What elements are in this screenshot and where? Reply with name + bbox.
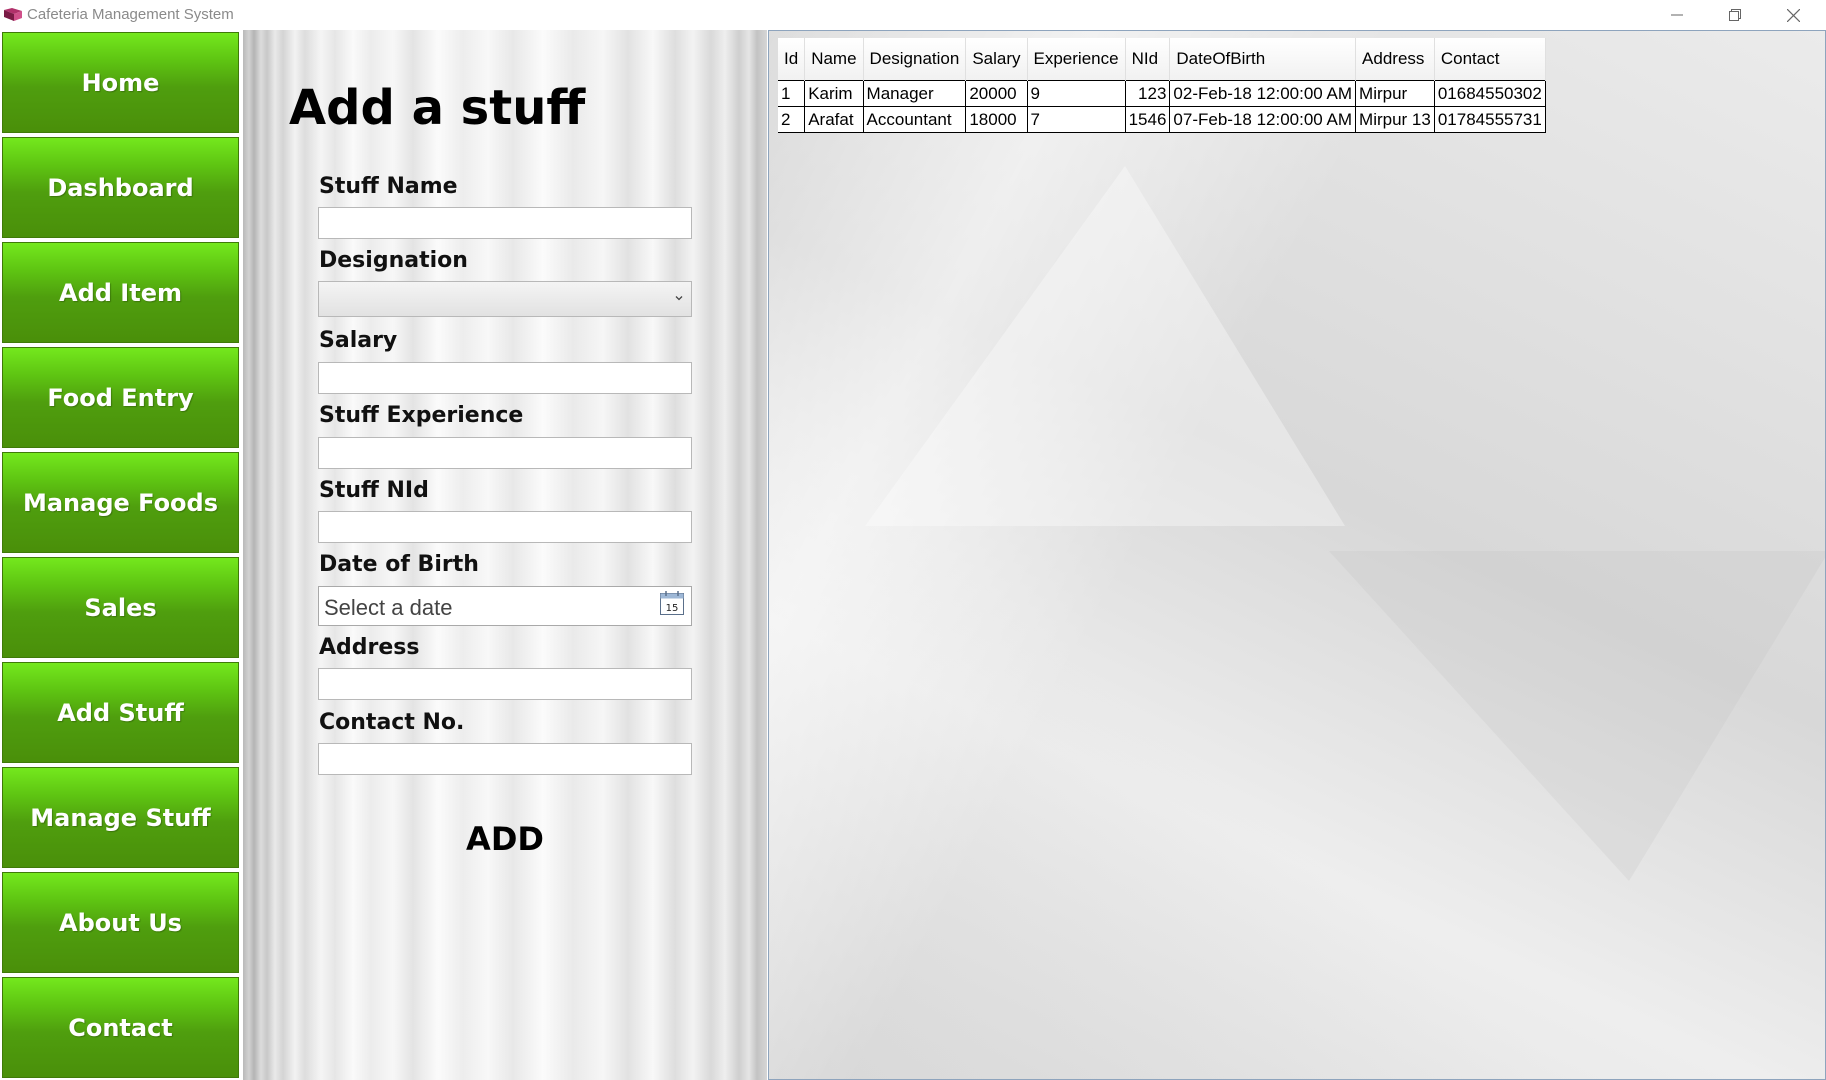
nav-about-us-button[interactable]: About Us: [2, 872, 239, 973]
column-header-contact[interactable]: Contact: [1434, 38, 1546, 81]
nav-about-us-label: About Us: [59, 908, 182, 937]
nav-home-label: Home: [81, 68, 160, 97]
stuff-nid-input[interactable]: [318, 511, 692, 543]
address-label: Address: [319, 635, 420, 660]
nav-dashboard-button[interactable]: Dashboard: [2, 137, 239, 238]
cell-nid[interactable]: 123: [1125, 80, 1171, 107]
cell-salary[interactable]: 18000: [965, 106, 1028, 133]
nav-manage-stuff-button[interactable]: Manage Stuff: [2, 767, 239, 868]
date-placeholder-text: Select a date: [324, 595, 453, 620]
stuff-data-grid-panel: Id Name Designation Salary Experience NI…: [768, 30, 1826, 1080]
cell-id[interactable]: 2: [778, 106, 806, 133]
cell-designation[interactable]: Manager: [863, 80, 967, 107]
column-header-date-of-birth[interactable]: DateOfBirth: [1169, 38, 1357, 81]
stuff-name-label: Stuff Name: [319, 174, 458, 199]
stuff-experience-input[interactable]: [318, 437, 692, 469]
cell-designation[interactable]: Accountant: [863, 106, 967, 133]
cell-salary[interactable]: 20000: [965, 80, 1028, 107]
salary-label: Salary: [319, 328, 398, 353]
column-header-experience[interactable]: Experience: [1027, 38, 1126, 81]
cell-experience[interactable]: 7: [1027, 106, 1126, 133]
column-header-designation[interactable]: Designation: [863, 38, 967, 81]
column-header-nid[interactable]: NId: [1125, 38, 1171, 81]
restore-icon: [1729, 9, 1741, 21]
column-header-id[interactable]: Id: [778, 38, 806, 81]
column-header-address[interactable]: Address: [1355, 38, 1435, 81]
title-bar: Cafeteria Management System: [0, 0, 1826, 30]
salary-input[interactable]: [318, 362, 692, 394]
designation-dropdown[interactable]: [318, 281, 692, 317]
grid-header-row: Id Name Designation Salary Experience NI…: [778, 38, 1546, 81]
designation-label: Designation: [319, 248, 468, 273]
cell-experience[interactable]: 9: [1027, 80, 1126, 107]
nav-manage-foods-label: Manage Foods: [22, 488, 219, 517]
close-button[interactable]: [1764, 0, 1822, 30]
nav-contact-label: Contact: [68, 1013, 173, 1042]
nav-sales-button[interactable]: Sales: [2, 557, 239, 658]
cell-name[interactable]: Arafat: [804, 106, 864, 133]
cell-nid[interactable]: 1546: [1125, 106, 1171, 133]
add-button-label: ADD: [466, 820, 544, 858]
date-of-birth-label: Date of Birth: [319, 552, 479, 577]
chevron-down-icon: [675, 296, 683, 301]
add-stuff-form-panel: Add a stuff Stuff Name Designation Salar…: [243, 30, 767, 1080]
stuff-experience-label: Stuff Experience: [319, 403, 524, 428]
column-header-salary[interactable]: Salary: [965, 38, 1028, 81]
cell-contact[interactable]: 01784555731: [1434, 106, 1546, 133]
restore-button[interactable]: [1706, 0, 1764, 30]
nav-sales-label: Sales: [84, 593, 157, 622]
column-header-name[interactable]: Name: [804, 38, 864, 81]
stuff-name-input[interactable]: [318, 207, 692, 239]
contact-no-label: Contact No.: [319, 710, 465, 735]
cell-date-of-birth[interactable]: 07-Feb-18 12:00:00 AM: [1169, 106, 1357, 133]
nav-add-stuff-label: Add Stuff: [57, 698, 184, 727]
nav-manage-foods-button[interactable]: Manage Foods: [2, 452, 239, 553]
sidebar-nav: Home Dashboard Add Item Food Entry Manag…: [0, 30, 243, 1080]
nav-home-button[interactable]: Home: [2, 32, 239, 133]
cell-date-of-birth[interactable]: 02-Feb-18 12:00:00 AM: [1169, 80, 1357, 107]
nav-add-item-button[interactable]: Add Item: [2, 242, 239, 343]
nav-dashboard-label: Dashboard: [47, 173, 194, 202]
nav-manage-stuff-label: Manage Stuff: [30, 803, 211, 832]
add-button[interactable]: ADD: [443, 815, 567, 863]
cell-name[interactable]: Karim: [804, 80, 864, 107]
background-facet: [865, 166, 1345, 526]
address-input[interactable]: [318, 668, 692, 700]
table-row[interactable]: 2 Arafat Accountant 18000 7 1546 07-Feb-…: [778, 106, 1546, 133]
close-icon: [1786, 8, 1800, 22]
minimize-button[interactable]: [1648, 0, 1706, 30]
nav-add-item-label: Add Item: [59, 278, 182, 307]
cell-address[interactable]: Mirpur 13: [1355, 106, 1435, 133]
cell-id[interactable]: 1: [778, 80, 806, 107]
calendar-icon[interactable]: 15: [659, 590, 685, 616]
nav-food-entry-label: Food Entry: [47, 383, 194, 412]
minimize-icon: [1671, 14, 1683, 16]
app-book-icon: [4, 8, 22, 21]
calendar-day-text: 15: [666, 603, 679, 614]
cell-address[interactable]: Mirpur: [1355, 80, 1435, 107]
window-title: Cafeteria Management System: [27, 6, 234, 23]
app-window: Cafeteria Management System Home Dashboa…: [0, 0, 1826, 1080]
table-row[interactable]: 1 Karim Manager 20000 9 123 02-Feb-18 12…: [778, 80, 1546, 107]
contact-no-input[interactable]: [318, 743, 692, 775]
cell-contact[interactable]: 01684550302: [1434, 80, 1546, 107]
stuff-data-grid[interactable]: Id Name Designation Salary Experience NI…: [778, 38, 1546, 133]
nav-contact-button[interactable]: Contact: [2, 977, 239, 1078]
stuff-nid-label: Stuff NId: [319, 478, 429, 503]
date-of-birth-picker[interactable]: Select a date 15: [318, 586, 692, 626]
nav-add-stuff-button[interactable]: Add Stuff: [2, 662, 239, 763]
form-title: Add a stuff: [289, 80, 586, 136]
nav-food-entry-button[interactable]: Food Entry: [2, 347, 239, 448]
background-facet: [1329, 551, 1825, 881]
